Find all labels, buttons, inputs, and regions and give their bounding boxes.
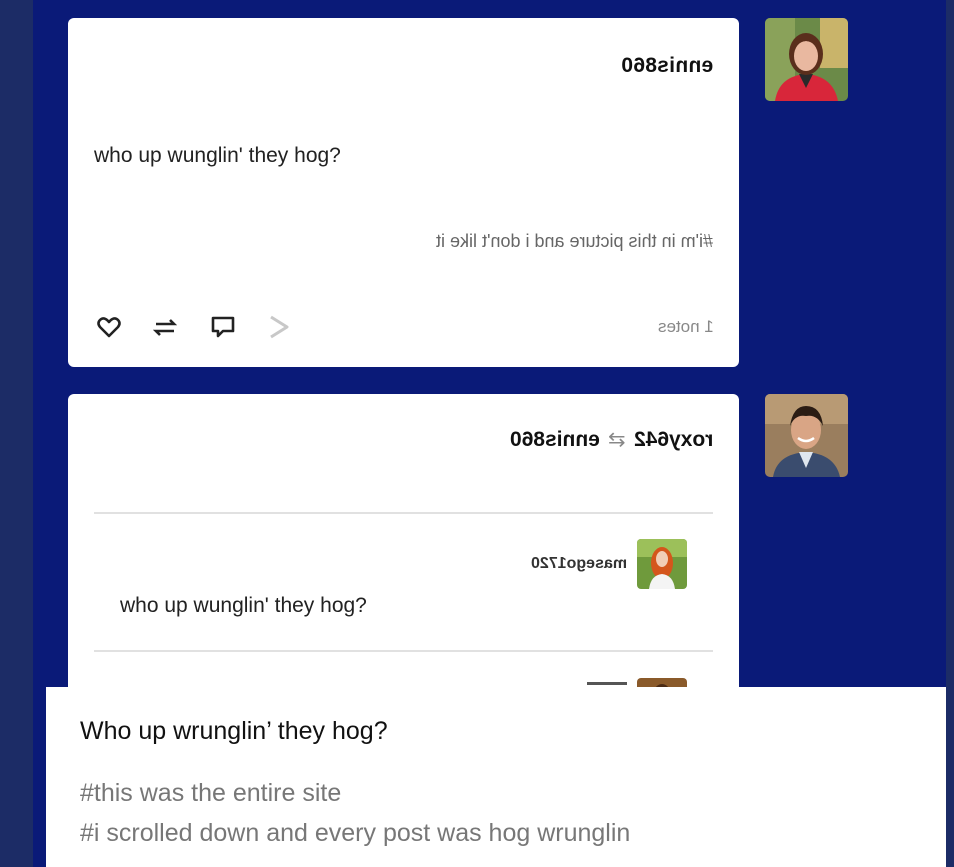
post-card-2: ennis860 ⇆ roxy642 masego1720 who up wungl… — [68, 394, 739, 714]
post2-username[interactable]: roxy642 — [634, 428, 713, 452]
divider — [94, 512, 713, 514]
left-rail — [0, 0, 33, 867]
caption-panel: Who up wrunglin’ they hog? #this was the… — [46, 687, 946, 867]
avatar-photo-icon — [637, 539, 687, 589]
share-button[interactable] — [264, 312, 294, 342]
avatar-photo-icon — [765, 394, 848, 477]
right-rail — [946, 0, 954, 867]
trail-body: who up wunglin' they hog? — [120, 594, 367, 617]
reblog-icon — [152, 319, 178, 336]
share-icon — [270, 315, 289, 339]
divider — [94, 650, 713, 652]
caption-tag[interactable]: #i scrolled down and every post was hog … — [80, 819, 630, 848]
notes-count[interactable]: 1 notes — [658, 317, 714, 337]
post1-body: who up wunglin' they hog? — [94, 144, 341, 167]
trail-header: masego1720 — [531, 539, 687, 589]
trail-avatar[interactable] — [637, 539, 687, 589]
post1-tags[interactable]: #i'm in this picture and i don't like it — [436, 231, 713, 252]
post1-footer: 1 notes — [94, 312, 714, 342]
post1-username[interactable]: ennis860 — [621, 54, 713, 78]
like-button[interactable] — [94, 312, 124, 342]
post-card-1: ennis860 who up wunglin' they hog? #i'm … — [68, 18, 739, 367]
avatar-photo-icon — [765, 18, 848, 101]
post1-avatar[interactable] — [765, 18, 848, 101]
caption-title: Who up wrunglin’ they hog? — [80, 717, 388, 745]
reblog-from-username[interactable]: ennis860 — [510, 428, 600, 452]
post2-reblog-header[interactable]: ennis860 ⇆ roxy642 — [510, 427, 713, 452]
trail-username[interactable]: masego1720 — [531, 555, 627, 573]
reblog-arrow-icon: ⇆ — [607, 428, 626, 451]
heart-icon — [97, 317, 121, 338]
reblog-button[interactable] — [150, 312, 180, 342]
post2-avatar[interactable] — [765, 394, 848, 477]
reply-button[interactable] — [208, 312, 238, 342]
caption-tag[interactable]: #this was the entire site — [80, 779, 341, 808]
trail-username-partial — [587, 682, 627, 685]
reply-icon — [211, 316, 235, 338]
